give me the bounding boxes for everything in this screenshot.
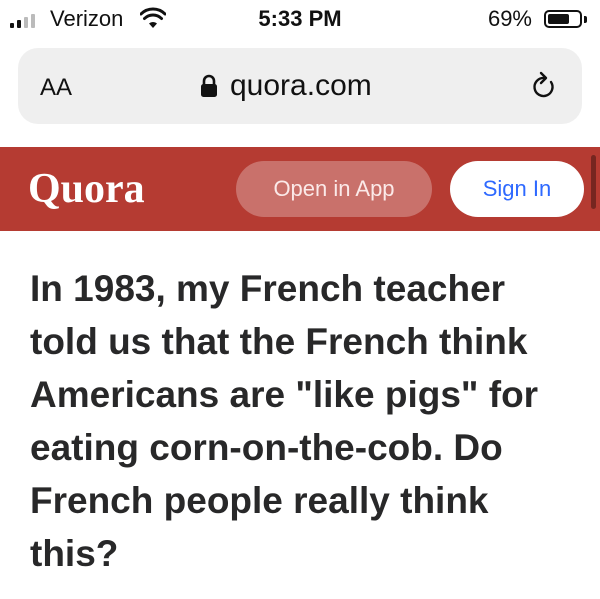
url-text[interactable]: quora.com: [230, 69, 372, 103]
sign-in-button[interactable]: Sign In: [450, 161, 584, 217]
text-size-button[interactable]: AA: [40, 74, 72, 102]
address-bar[interactable]: AA quora.com: [18, 48, 582, 124]
quora-header: Quora Open in App Sign In: [0, 147, 600, 231]
question-title: In 1983, my French teacher told us that …: [30, 268, 539, 574]
scrollbar[interactable]: [591, 155, 596, 209]
lock-icon: [201, 74, 217, 97]
open-in-app-button[interactable]: Open in App: [236, 161, 432, 217]
reload-icon[interactable]: [530, 70, 558, 102]
battery-tip: [584, 16, 587, 23]
battery-icon: [544, 10, 582, 28]
status-bar: Verizon 5:33 PM 69%: [0, 0, 600, 40]
battery-percent: 69%: [487, 6, 532, 31]
quora-logo[interactable]: Quora: [28, 165, 145, 213]
